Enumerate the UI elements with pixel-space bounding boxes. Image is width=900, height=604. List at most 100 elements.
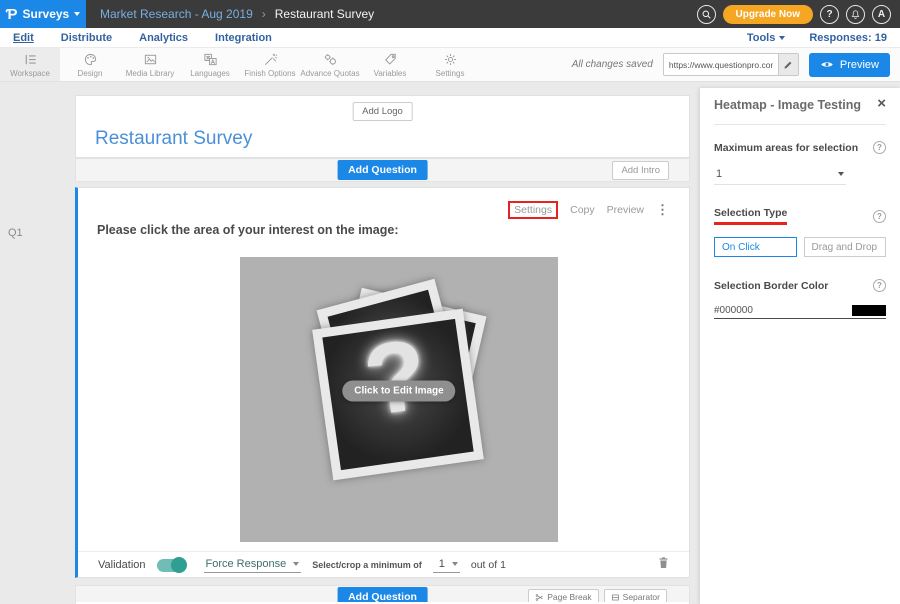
topbar-actions: Upgrade Now ? A — [697, 5, 900, 24]
panel-title: Heatmap - Image Testing — [714, 98, 861, 112]
tool-settings[interactable]: Settings — [420, 48, 480, 81]
more-vertical-icon[interactable]: ⋮ — [656, 202, 669, 218]
pencil-icon — [783, 60, 793, 70]
add-intro-button[interactable]: Add Intro — [612, 161, 669, 180]
question-preview-button[interactable]: Preview — [607, 204, 644, 216]
tool-design[interactable]: Design — [60, 48, 120, 81]
tool-label: Settings — [436, 69, 465, 78]
border-color-swatch[interactable] — [852, 305, 886, 316]
border-color-value: #000000 — [714, 305, 753, 316]
tool-languages[interactable]: Languages — [180, 48, 240, 81]
panel-divider — [714, 124, 886, 125]
validation-label: Validation — [98, 559, 146, 571]
help-icon[interactable]: ? — [873, 210, 886, 223]
nav-analytics[interactable]: Analytics — [139, 32, 188, 44]
toolbar-right: All changes saved Preview — [572, 48, 900, 81]
breadcrumb-parent[interactable]: Market Research - Aug 2019 — [100, 7, 253, 21]
border-color-field[interactable]: #000000 — [714, 305, 886, 319]
page-break-scissors-icon — [535, 593, 544, 602]
surveys-menu-label: Surveys — [23, 7, 70, 21]
question-settings-button[interactable]: Settings — [508, 201, 558, 219]
selection-type-label: Selection Type — [714, 207, 787, 225]
languages-icon — [203, 52, 218, 67]
question-copy-button[interactable]: Copy — [570, 204, 595, 216]
breadcrumb: Market Research - Aug 2019 › Restaurant … — [100, 7, 374, 21]
media-library-icon — [143, 52, 158, 67]
force-response-value: Force Response — [206, 558, 287, 570]
survey-url-input[interactable] — [664, 60, 778, 70]
nav-edit[interactable]: Edit — [13, 32, 34, 44]
tool-label: Advance Quotas — [300, 69, 359, 78]
help-icon[interactable]: ? — [873, 279, 886, 292]
question-text[interactable]: Please click the area of your interest o… — [97, 223, 399, 237]
max-areas-value: 1 — [716, 168, 722, 180]
editor-main: Q1 Add Logo Restaurant Survey Add Questi… — [0, 82, 900, 604]
save-status: All changes saved — [572, 59, 653, 70]
search-icon — [701, 9, 712, 20]
module-nav: Edit Distribute Analytics Integration To… — [0, 28, 900, 48]
add-question-button[interactable]: Add Question — [337, 160, 428, 180]
help-icon[interactable]: ? — [873, 141, 886, 154]
border-color-label: Selection Border Color — [714, 280, 828, 292]
preview-button[interactable]: Preview — [809, 53, 890, 77]
tool-label: Design — [78, 69, 103, 78]
nav-distribute[interactable]: Distribute — [61, 32, 112, 44]
breadcrumb-current: Restaurant Survey — [275, 7, 374, 21]
question-number: Q1 — [8, 227, 23, 239]
survey-url-box — [663, 53, 799, 76]
question-card: Settings Copy Preview ⋮ Please click the… — [75, 187, 690, 578]
responses-count[interactable]: Responses: 19 — [809, 32, 887, 44]
advance-quotas-icon — [323, 52, 338, 67]
on-click-button[interactable]: On Click — [714, 237, 797, 257]
tool-label: Languages — [190, 69, 230, 78]
add-logo-button[interactable]: Add Logo — [352, 102, 413, 121]
tool-workspace[interactable]: Workspace — [0, 48, 60, 81]
tool-variables[interactable]: Variables — [360, 48, 420, 81]
workspace-icon — [23, 52, 38, 67]
tool-media-library[interactable]: Media Library — [120, 48, 180, 81]
top-navbar: Ƥ Surveys Market Research - Aug 2019 › R… — [0, 0, 900, 28]
min-selection-label: Select/crop a minimum of — [312, 560, 422, 570]
avatar[interactable]: A — [872, 5, 891, 24]
editor-toolbar: Workspace Design Media Library Languages… — [0, 48, 900, 82]
notifications-button[interactable] — [846, 5, 865, 24]
upgrade-now-button[interactable]: Upgrade Now — [723, 5, 813, 24]
edit-url-button[interactable] — [778, 54, 798, 75]
search-button[interactable] — [697, 5, 716, 24]
tool-label: Workspace — [10, 69, 50, 78]
close-icon[interactable]: × — [877, 98, 886, 110]
survey-title[interactable]: Restaurant Survey — [95, 128, 252, 150]
surveys-menu[interactable]: Ƥ Surveys — [0, 0, 86, 28]
chevron-down-icon — [293, 562, 299, 566]
force-response-dropdown[interactable]: Force Response — [204, 558, 302, 573]
chevron-down-icon — [779, 36, 785, 40]
min-selection-dropdown[interactable]: 1 — [433, 558, 460, 573]
preview-button-label: Preview — [840, 59, 879, 71]
tool-advance-quotas[interactable]: Advance Quotas — [300, 48, 360, 81]
question-settings-panel: Heatmap - Image Testing × Maximum areas … — [700, 88, 900, 604]
validation-toggle[interactable] — [157, 559, 185, 572]
separator-label: Separator — [623, 592, 660, 602]
settings-gear-icon — [443, 52, 458, 67]
heatmap-image-placeholder[interactable]: ? Click to Edit Image — [240, 257, 558, 542]
bell-icon — [850, 9, 861, 20]
tool-label: Media Library — [126, 69, 174, 78]
max-areas-select[interactable]: 1 — [714, 168, 846, 185]
drag-and-drop-button[interactable]: Drag and Drop — [804, 237, 887, 257]
question-mark-icon: ? — [312, 311, 479, 446]
delete-question-button[interactable] — [658, 556, 669, 574]
click-to-edit-image-button[interactable]: Click to Edit Image — [342, 380, 455, 401]
variables-tag-icon — [383, 52, 398, 67]
chevron-down-icon — [74, 12, 80, 16]
page-break-label: Page Break — [547, 592, 591, 602]
tool-finish-options[interactable]: Finish Options — [240, 48, 300, 81]
help-button[interactable]: ? — [820, 5, 839, 24]
tools-menu[interactable]: Tools — [747, 32, 786, 44]
out-of-label: out of 1 — [471, 559, 506, 571]
survey-header-card: Add Logo Restaurant Survey — [75, 95, 690, 158]
max-areas-label: Maximum areas for selection — [714, 142, 858, 154]
eye-icon — [820, 60, 834, 69]
nav-integration[interactable]: Integration — [215, 32, 272, 44]
validation-row: Validation Force Response Select/crop a … — [78, 551, 689, 578]
design-palette-icon — [83, 52, 98, 67]
